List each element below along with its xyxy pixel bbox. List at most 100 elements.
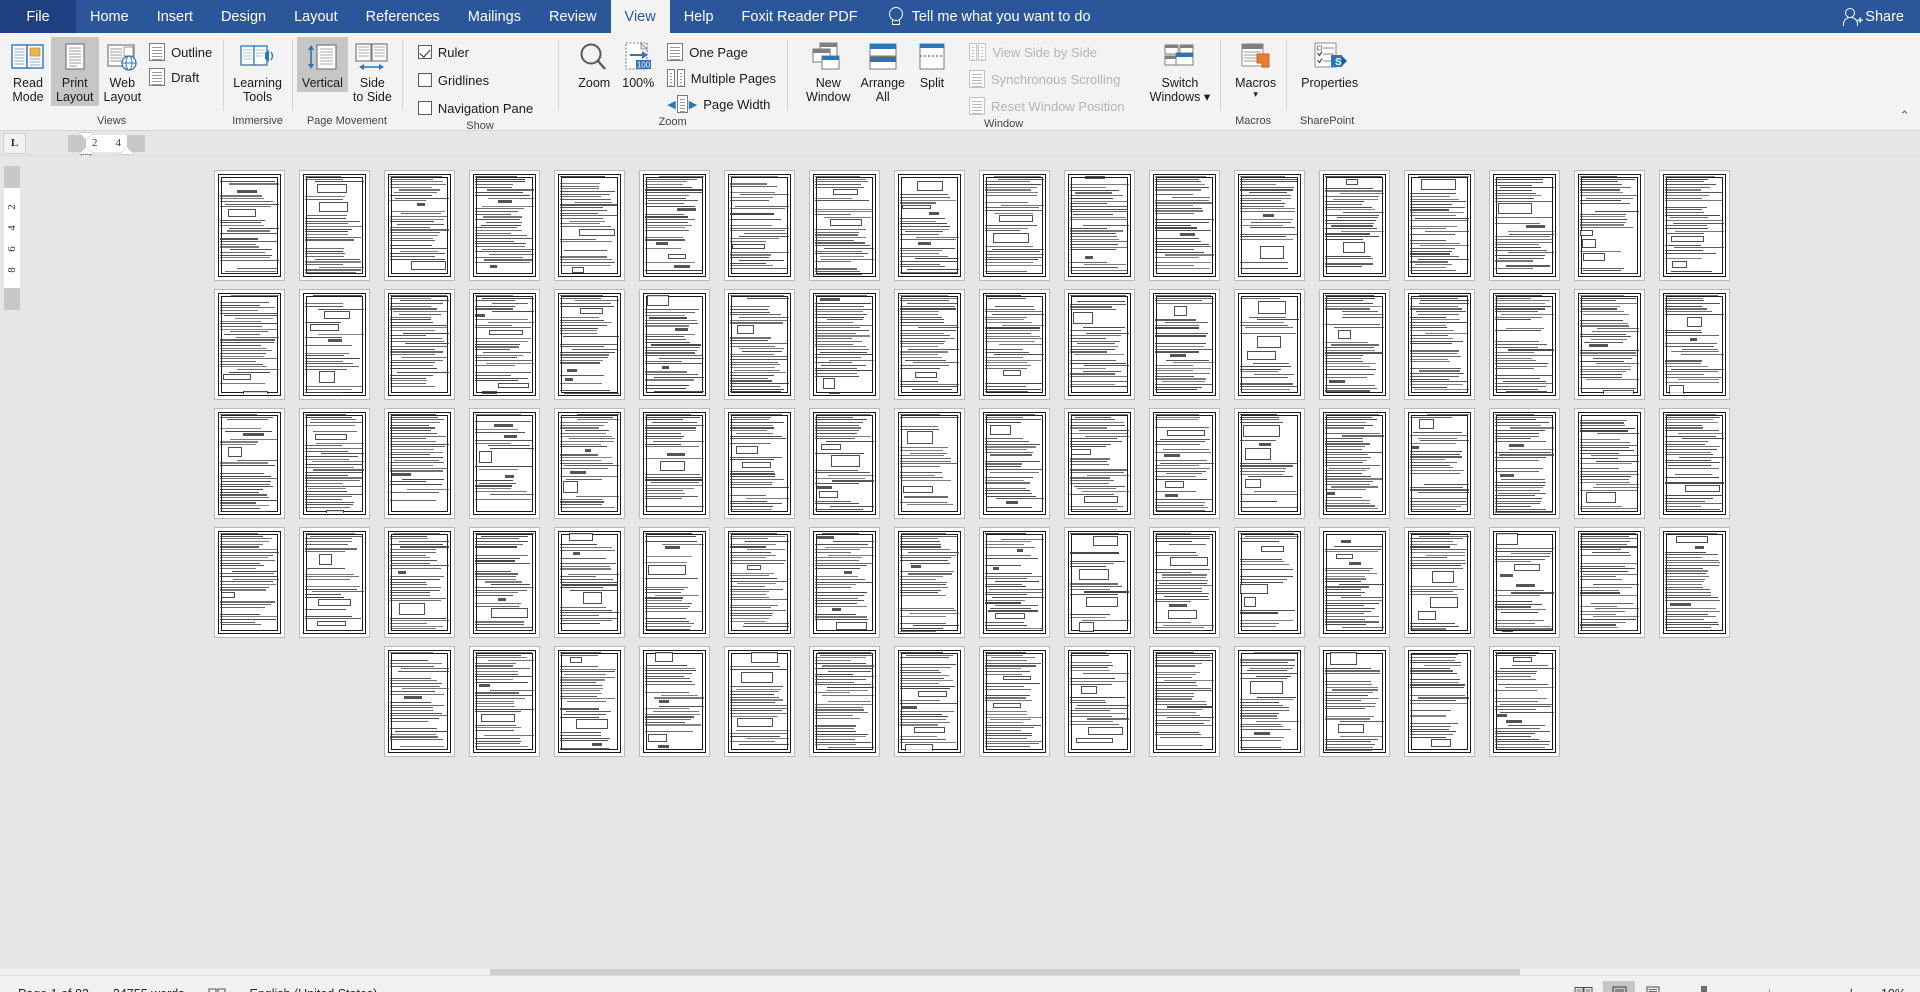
tab-insert[interactable]: Insert (143, 0, 207, 33)
page-thumbnail[interactable] (724, 527, 795, 638)
page-thumbnail[interactable] (809, 408, 880, 519)
switch-windows-button[interactable]: Switch Windows ▾ (1145, 37, 1215, 106)
page-thumbnail[interactable] (1404, 408, 1475, 519)
page-thumbnail[interactable] (1489, 646, 1560, 757)
page-thumbnail[interactable] (469, 527, 540, 638)
page-thumbnail[interactable] (979, 170, 1050, 281)
page-thumbnail[interactable] (724, 289, 795, 400)
page-thumbnail[interactable] (979, 408, 1050, 519)
language-indicator[interactable]: English (United States) (237, 987, 389, 992)
page-thumbnail[interactable] (1659, 289, 1730, 400)
multiple-pages-button[interactable]: Multiple Pages (664, 67, 782, 89)
zoom-in-button[interactable]: + (1847, 986, 1856, 992)
tab-layout[interactable]: Layout (280, 0, 352, 33)
page-thumbnail[interactable] (894, 170, 965, 281)
tab-foxit-reader-pdf[interactable]: Foxit Reader PDF (728, 0, 872, 33)
page-thumbnail[interactable] (1149, 646, 1220, 757)
status-read-mode-button[interactable] (1567, 981, 1599, 992)
page-thumbnail[interactable] (1234, 289, 1305, 400)
gridlines-checkbox-row[interactable]: Gridlines (415, 69, 539, 91)
page-thumbnail[interactable] (1064, 646, 1135, 757)
page-thumbnail[interactable] (1064, 408, 1135, 519)
page-thumbnail[interactable] (554, 408, 625, 519)
gridlines-checkbox[interactable] (417, 73, 432, 87)
tab-mailings[interactable]: Mailings (454, 0, 535, 33)
page-thumbnail[interactable] (1234, 527, 1305, 638)
page-thumbnail[interactable] (554, 646, 625, 757)
arrange-all-button[interactable]: Arrange All (856, 37, 910, 106)
page-indicator[interactable]: Page 1 of 82 (6, 987, 101, 992)
page-thumbnail[interactable] (1404, 170, 1475, 281)
side-to-side-button[interactable]: Side to Side (348, 37, 397, 106)
page-thumbnail[interactable] (469, 646, 540, 757)
outline-button[interactable]: Outline (146, 41, 218, 63)
vertical-button[interactable]: Vertical (296, 37, 348, 92)
page-thumbnail[interactable] (214, 527, 285, 638)
status-print-layout-button[interactable] (1603, 981, 1636, 992)
navigation-pane-checkbox[interactable] (417, 101, 432, 115)
draft-button[interactable]: Draft (146, 66, 218, 88)
zoom-slider-control[interactable]: − + 10% (1681, 986, 1906, 992)
page-thumbnail[interactable] (1489, 289, 1560, 400)
one-page-button[interactable]: One Page (664, 41, 782, 63)
page-thumbnail[interactable] (1319, 527, 1390, 638)
page-thumbnail[interactable] (1064, 170, 1135, 281)
zoom-100-button[interactable]: 100 100% (616, 37, 660, 92)
page-thumbnail[interactable] (639, 408, 710, 519)
print-layout-button[interactable]: Print Layout (51, 37, 99, 106)
page-thumbnail[interactable] (894, 527, 965, 638)
zoom-button[interactable]: Zoom (572, 37, 616, 92)
page-thumbnail[interactable] (1234, 170, 1305, 281)
first-line-indent-marker[interactable] (79, 132, 93, 140)
page-thumbnail-grid[interactable] (24, 156, 1920, 975)
page-thumbnail[interactable] (1064, 527, 1135, 638)
page-thumbnail[interactable] (724, 170, 795, 281)
tab-view[interactable]: View (610, 0, 670, 33)
word-count[interactable]: 24755 words (101, 987, 197, 992)
page-thumbnail[interactable] (1574, 408, 1645, 519)
zoom-slider-handle[interactable] (1700, 986, 1707, 992)
tab-home[interactable]: Home (76, 0, 143, 33)
page-thumbnail[interactable] (214, 408, 285, 519)
page-thumbnail[interactable] (299, 289, 370, 400)
right-indent-marker[interactable] (120, 146, 134, 154)
page-thumbnail[interactable] (1574, 289, 1645, 400)
page-thumbnail[interactable] (469, 289, 540, 400)
page-thumbnail[interactable] (1149, 527, 1220, 638)
page-thumbnail[interactable] (979, 289, 1050, 400)
page-thumbnail[interactable] (384, 170, 455, 281)
hanging-indent-marker[interactable] (79, 146, 93, 154)
page-thumbnail[interactable] (1319, 408, 1390, 519)
page-thumbnail[interactable] (1659, 408, 1730, 519)
page-thumbnail[interactable] (1234, 646, 1305, 757)
tab-review[interactable]: Review (535, 0, 611, 33)
web-layout-button[interactable]: Web Layout (99, 37, 147, 106)
new-window-button[interactable]: New Window (801, 37, 855, 106)
page-thumbnail[interactable] (1404, 527, 1475, 638)
ruler-checkbox-row[interactable]: Ruler (415, 41, 539, 63)
page-thumbnail[interactable] (724, 408, 795, 519)
tab-stop-selector[interactable]: L (3, 132, 26, 154)
document-canvas[interactable]: 2 4 6 8 (0, 156, 1920, 975)
horizontal-ruler[interactable]: 2 4 (68, 132, 145, 161)
page-thumbnail[interactable] (809, 289, 880, 400)
page-thumbnail[interactable] (809, 170, 880, 281)
page-thumbnail[interactable] (894, 646, 965, 757)
page-thumbnail[interactable] (384, 527, 455, 638)
split-button[interactable]: Split (910, 37, 954, 92)
page-thumbnail[interactable] (554, 527, 625, 638)
page-thumbnail[interactable] (1489, 408, 1560, 519)
page-thumbnail[interactable] (639, 527, 710, 638)
tab-references[interactable]: References (352, 0, 454, 33)
zoom-percent-label[interactable]: 10% (1864, 987, 1906, 992)
vertical-ruler[interactable]: 2 4 6 8 (0, 156, 24, 975)
horizontal-scrollbar-thumb[interactable] (490, 969, 1520, 975)
horizontal-scrollbar[interactable] (0, 969, 1920, 975)
page-thumbnail[interactable] (384, 646, 455, 757)
page-thumbnail[interactable] (214, 170, 285, 281)
tell-me-search[interactable]: Tell me what you want to do (872, 0, 1091, 33)
macros-dropdown-arrow[interactable]: ▾ (1253, 90, 1258, 99)
read-mode-button[interactable]: Read Mode (5, 37, 51, 106)
page-thumbnail[interactable] (1319, 646, 1390, 757)
status-web-layout-button[interactable] (1639, 981, 1671, 992)
